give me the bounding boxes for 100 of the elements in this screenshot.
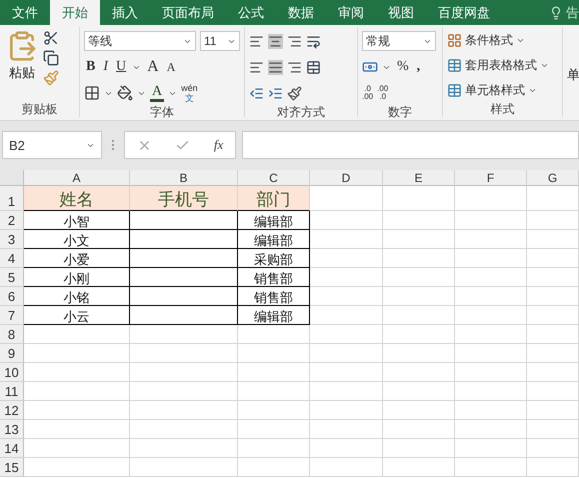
group-label: 数字 — [387, 104, 413, 120]
copy-icon[interactable] — [43, 50, 59, 66]
ribbon-tab[interactable]: 公式 — [226, 0, 276, 25]
phonetic-button[interactable]: wén 文 — [181, 83, 198, 103]
ribbon-tab[interactable]: 开始 — [50, 0, 100, 25]
style-label: 套用表格格式 — [465, 57, 537, 74]
group-label: 剪贴板 — [20, 101, 58, 117]
bold-button[interactable]: B — [84, 56, 98, 78]
table-cell: 编辑部 — [238, 230, 310, 249]
scissors-icon[interactable] — [43, 30, 59, 46]
empty-cell[interactable] — [130, 268, 238, 287]
increase-decimal-button[interactable]: .0 .00 — [362, 85, 374, 101]
decrease-indent-icon[interactable] — [249, 86, 264, 100]
grid-icon — [447, 33, 462, 48]
row-header[interactable]: 9 — [0, 344, 24, 363]
comma-button[interactable]: , — [414, 56, 422, 78]
style-label: 条件格式 — [465, 32, 513, 49]
table-icon — [447, 58, 462, 73]
ribbon-tab[interactable]: 视图 — [376, 0, 426, 25]
ribbon-tab[interactable]: 数据 — [276, 0, 326, 25]
ribbon-tab[interactable]: 百度网盘 — [426, 0, 502, 25]
row-header[interactable]: 1 — [0, 186, 24, 211]
group-label: 样式 — [490, 101, 516, 117]
table-cell: 部门 — [238, 186, 310, 211]
row-header[interactable]: 7 — [0, 306, 24, 325]
table-cell: 小刚 — [24, 268, 130, 287]
column-header[interactable]: B — [130, 170, 238, 186]
italic-button[interactable]: I — [101, 56, 110, 78]
row-header[interactable]: 10 — [0, 363, 24, 382]
formula-input[interactable] — [242, 131, 579, 159]
row-header[interactable]: 8 — [0, 325, 24, 344]
table-cell: 销售部 — [238, 268, 310, 287]
empty-cell[interactable] — [130, 306, 238, 325]
wrap-text-icon[interactable] — [306, 34, 321, 48]
align-left-icon[interactable] — [249, 60, 264, 74]
ribbon-tab[interactable]: 审阅 — [326, 0, 376, 25]
style-label: 单元格样式 — [465, 82, 525, 99]
underline-button[interactable]: U — [114, 56, 128, 78]
percent-button[interactable]: % — [395, 56, 411, 78]
font-name-field[interactable]: 等线 — [84, 31, 196, 51]
style-menu-button[interactable]: 套用表格格式 — [447, 55, 558, 76]
insert-function-button[interactable]: fx — [214, 137, 224, 153]
row-header[interactable]: 6 — [0, 287, 24, 306]
align-middle-icon[interactable] — [268, 34, 283, 48]
table-cell: 小云 — [24, 306, 130, 325]
ribbon-tab[interactable]: 文件 — [0, 0, 50, 25]
empty-cell[interactable] — [130, 211, 238, 230]
column-header[interactable]: F — [455, 170, 527, 186]
ribbon-tab[interactable]: 页面布局 — [150, 0, 226, 25]
merge-cells-icon[interactable] — [306, 60, 321, 74]
table-cell: 编辑部 — [238, 306, 310, 325]
table-cell: 姓名 — [24, 186, 130, 211]
table-cell: 小智 — [24, 211, 130, 230]
table-cell: 编辑部 — [238, 211, 310, 230]
increase-indent-icon[interactable] — [268, 86, 283, 100]
shrink-font-button[interactable]: A — [164, 56, 178, 78]
align-bottom-icon[interactable] — [287, 34, 302, 48]
row-header[interactable]: 11 — [0, 382, 24, 401]
row-header[interactable]: 13 — [0, 420, 24, 439]
paint-bucket-icon[interactable] — [117, 85, 133, 101]
row-header[interactable]: 5 — [0, 268, 24, 287]
align-top-icon[interactable] — [249, 34, 264, 48]
number-format-field[interactable]: 常规 — [362, 31, 436, 51]
row-header[interactable]: 2 — [0, 211, 24, 230]
table-cell: 手机号 — [130, 186, 238, 211]
decrease-decimal-button[interactable]: .00 .0 — [377, 85, 388, 101]
table-cell: 小铭 — [24, 287, 130, 306]
table-cell: 销售部 — [238, 287, 310, 306]
tell-me-text[interactable]: 告 — [566, 4, 579, 22]
empty-cell[interactable] — [130, 230, 238, 249]
column-header[interactable]: D — [310, 170, 383, 186]
column-header[interactable]: E — [383, 170, 455, 186]
font-size-field[interactable]: 11 — [200, 31, 240, 51]
empty-cell[interactable] — [130, 249, 238, 268]
borders-icon[interactable] — [84, 85, 100, 101]
align-center-icon[interactable] — [268, 60, 283, 74]
group-label: 对齐方式 — [276, 104, 326, 120]
row-header[interactable]: 4 — [0, 249, 24, 268]
column-header[interactable]: A — [24, 170, 130, 186]
empty-cell[interactable] — [130, 287, 238, 306]
row-header[interactable]: 3 — [0, 230, 24, 249]
grow-font-button[interactable]: A — [145, 56, 161, 78]
select-all-corner[interactable] — [0, 170, 24, 186]
ribbon-tab[interactable]: 插入 — [100, 0, 150, 25]
table-cell: 小爱 — [24, 249, 130, 268]
row-header[interactable]: 15 — [0, 458, 24, 477]
name-box[interactable]: B2 — [2, 131, 102, 159]
font-color-button[interactable]: A — [150, 84, 164, 102]
row-header[interactable]: 14 — [0, 439, 24, 458]
paste-button[interactable]: 粘贴 — [4, 30, 40, 101]
style-menu-button[interactable]: 单元格样式 — [447, 80, 558, 101]
column-header[interactable]: C — [238, 170, 310, 186]
align-right-icon[interactable] — [287, 60, 302, 74]
row-header[interactable]: 12 — [0, 401, 24, 420]
column-header[interactable]: G — [527, 170, 579, 186]
table-cell: 小文 — [24, 230, 130, 249]
style-menu-button[interactable]: 条件格式 — [447, 30, 558, 51]
table-icon — [447, 83, 462, 98]
table-cell: 采购部 — [238, 249, 310, 268]
group-label: 字体 — [149, 104, 175, 120]
